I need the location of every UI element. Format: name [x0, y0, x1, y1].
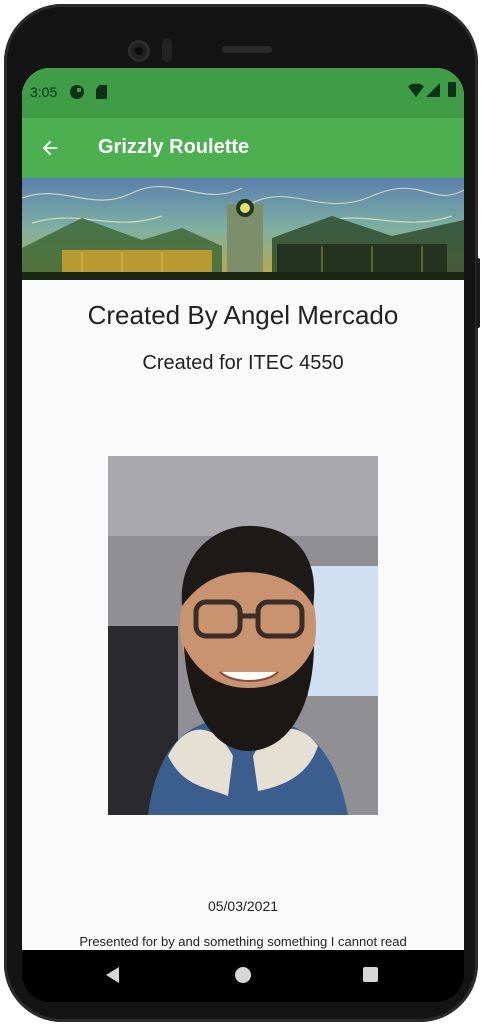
back-triangle-icon[interactable] — [106, 967, 119, 983]
header-banner-image — [22, 178, 464, 280]
author-photo — [108, 456, 378, 815]
arrow-left-icon — [42, 140, 58, 156]
created-for-subheading: Created for ITEC 4550 — [142, 352, 344, 374]
status-time: 3:05 — [30, 84, 58, 100]
sd-card-icon — [96, 85, 107, 99]
app-bar: Grizzly Roulette — [22, 118, 464, 178]
home-circle-icon[interactable] — [235, 967, 251, 983]
created-by-heading: Created By Angel Mercado — [87, 300, 399, 330]
sync-icon — [70, 85, 84, 99]
wifi-icon — [408, 83, 424, 97]
status-bar: 3:05 — [22, 68, 464, 118]
system-nav-bar — [22, 950, 464, 1002]
earpiece-speaker — [222, 46, 272, 53]
signal-icon — [426, 83, 440, 97]
power-button — [476, 258, 480, 328]
app-title: Grizzly Roulette — [98, 136, 250, 158]
back-button[interactable] — [32, 130, 68, 166]
recents-square-icon[interactable] — [363, 967, 378, 982]
presented-text: Presented for by and something something… — [79, 934, 407, 949]
front-camera — [128, 40, 150, 62]
proximity-sensor — [162, 38, 172, 62]
app-screen: 3:05 Grizzly Roulette Created By Angel M… — [22, 68, 464, 950]
battery-icon — [448, 82, 456, 97]
date-text: 05/03/2021 — [207, 898, 279, 914]
